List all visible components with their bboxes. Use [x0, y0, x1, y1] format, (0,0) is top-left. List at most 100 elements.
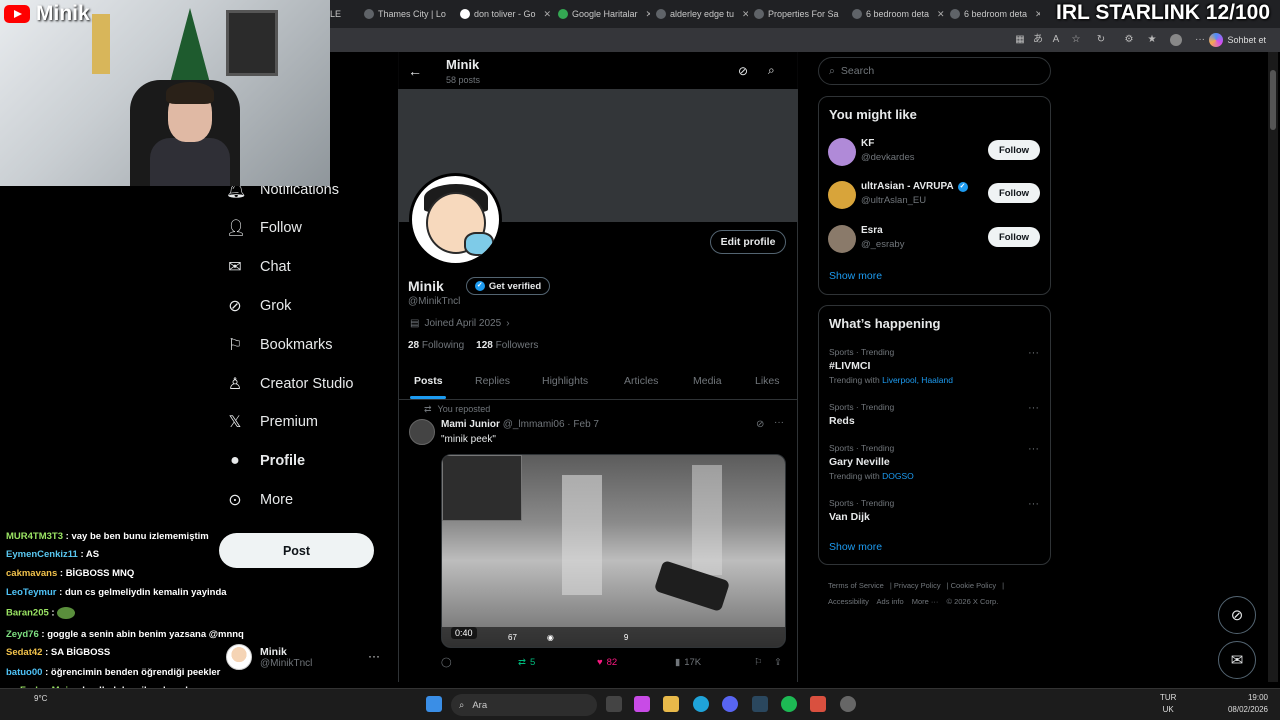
refresh-icon[interactable]: ↻: [1095, 34, 1107, 46]
browser-tab[interactable]: LE: [330, 4, 352, 24]
more-icon[interactable]: ···: [1028, 498, 1039, 510]
show-more-link[interactable]: Show more: [829, 541, 882, 553]
get-verified-button[interactable]: ✓ Get verified: [466, 277, 550, 295]
messages-fab-button[interactable]: ✉: [1218, 641, 1256, 679]
scrollbar-thumb[interactable]: [1270, 70, 1276, 130]
grok-icon[interactable]: ⊘: [738, 64, 748, 78]
tweet-handle[interactable]: @_lmmami06: [503, 419, 565, 430]
discord-icon[interactable]: [722, 696, 738, 712]
nav-more[interactable]: ⊙ More: [226, 488, 293, 512]
followers-link[interactable]: 128 Followers: [476, 340, 538, 351]
scrollbar[interactable]: [1268, 52, 1278, 682]
bookmark-button[interactable]: ⚐: [754, 657, 763, 668]
spotify-icon[interactable]: [781, 696, 797, 712]
more-icon[interactable]: ···: [368, 649, 380, 663]
more-icon[interactable]: ···: [1194, 34, 1206, 46]
system-clock[interactable]: 19:00 08/02/2026: [1228, 692, 1268, 716]
footer-link[interactable]: Accessibility: [828, 597, 869, 606]
show-more-link[interactable]: Show more: [829, 270, 882, 282]
browser-tab[interactable]: 6 bedroom deta ✕: [852, 4, 944, 24]
browser-tab[interactable]: Properties For Sa✕: [754, 4, 846, 24]
profile-avatar[interactable]: [409, 173, 502, 266]
weather-widget[interactable]: 9°C: [34, 694, 47, 703]
star-icon[interactable]: ☆: [1070, 34, 1082, 46]
read-aloud-icon[interactable]: A: [1050, 34, 1062, 46]
nav-follow[interactable]: 👤︎ Follow: [226, 216, 302, 240]
back-arrow-icon[interactable]: ←: [408, 63, 422, 79]
nav-bookmarks[interactable]: ⚐ Bookmarks: [226, 333, 333, 357]
copilot-button[interactable]: Sohbet et: [1209, 33, 1266, 47]
follow-button[interactable]: Follow: [988, 227, 1040, 247]
views-button[interactable]: ▮ 17K: [675, 657, 701, 668]
app-icon[interactable]: [840, 696, 856, 712]
file-explorer-icon[interactable]: [663, 696, 679, 712]
close-icon[interactable]: ✕: [544, 9, 552, 20]
translate-icon[interactable]: あ: [1032, 34, 1044, 46]
more-icon[interactable]: ···: [774, 417, 784, 428]
browser-tab[interactable]: don toliver - Go ✕: [460, 4, 552, 24]
nav-creator-studio[interactable]: ♙ Creator Studio: [226, 372, 354, 396]
browser-tab[interactable]: Google Haritalar ✕: [558, 4, 650, 24]
tab-highlights[interactable]: Highlights: [542, 375, 588, 387]
suggestion-item[interactable]: KF @devkardes Follow: [828, 138, 1040, 168]
footer-link[interactable]: Privacy Policy: [894, 581, 941, 590]
extensions-icon[interactable]: ⚙: [1123, 34, 1135, 46]
task-view-icon[interactable]: [606, 696, 622, 712]
nav-profile[interactable]: ● Profile: [226, 449, 305, 473]
trend-item[interactable]: Sports · Trending Gary Neville Trending …: [829, 443, 1039, 481]
app-icon[interactable]: ▦: [1014, 34, 1026, 46]
obs-app-icon[interactable]: [810, 696, 826, 712]
trend-item[interactable]: Sports · Trending Reds ···: [829, 402, 1039, 427]
close-icon[interactable]: ✕: [1035, 9, 1040, 20]
browser-tab[interactable]: 6 bedroom deta ✕: [950, 4, 1040, 24]
nav-grok[interactable]: ⊘ Grok: [226, 294, 291, 318]
close-icon[interactable]: ✕: [937, 9, 944, 20]
more-icon[interactable]: ···: [1028, 347, 1039, 359]
input-language[interactable]: TUR UK: [1160, 692, 1176, 716]
joined-date[interactable]: ▤ Joined April 2025 ›: [410, 318, 510, 329]
follow-button[interactable]: Follow: [988, 140, 1040, 160]
browser-tab[interactable]: alderley edge tu ✕: [656, 4, 748, 24]
grok-fab-button[interactable]: ⊘: [1218, 596, 1256, 634]
nav-chat[interactable]: ✉ Chat: [226, 255, 290, 279]
search-icon[interactable]: ⌕: [768, 63, 775, 78]
footer-link[interactable]: Cookie Policy: [951, 581, 996, 590]
footer-link[interactable]: More ···: [912, 597, 939, 606]
browser-tab[interactable]: Thames City | Lo✕: [364, 4, 454, 24]
footer-link[interactable]: Ads info: [877, 597, 904, 606]
trend-with-links[interactable]: DOGSO: [882, 471, 914, 481]
tab-posts[interactable]: Posts: [414, 375, 443, 387]
tab-articles[interactable]: Articles: [624, 375, 658, 387]
footer-link[interactable]: Terms of Service: [828, 581, 884, 590]
edit-profile-button[interactable]: Edit profile: [710, 230, 786, 254]
grok-icon[interactable]: ⊘: [756, 419, 764, 430]
tweet-date[interactable]: Feb 7: [573, 419, 599, 430]
post-button[interactable]: Post: [219, 533, 374, 568]
search-input[interactable]: ⌕ Search: [818, 57, 1051, 85]
retweet-button[interactable]: ⇄ 5: [518, 657, 535, 668]
reply-button[interactable]: ◯: [441, 657, 452, 668]
trend-item[interactable]: Sports · Trending Van Dijk ···: [829, 498, 1039, 523]
taskbar-search[interactable]: ⌕ Ara: [451, 694, 597, 716]
favorites-icon[interactable]: ★: [1146, 34, 1158, 46]
more-icon[interactable]: ···: [1028, 402, 1039, 414]
tab-likes[interactable]: Likes: [755, 375, 780, 387]
close-icon[interactable]: ✕: [742, 9, 748, 20]
tab-replies[interactable]: Replies: [475, 375, 510, 387]
trend-with-links[interactable]: Liverpool, Haaland: [882, 375, 953, 385]
tab-media[interactable]: Media: [693, 375, 722, 387]
profile-avatar-icon[interactable]: [1170, 34, 1182, 46]
like-button[interactable]: ♥ 82: [597, 657, 617, 668]
account-switcher[interactable]: Minik @MinikTncl ···: [226, 641, 386, 673]
avatar[interactable]: [409, 419, 435, 445]
share-button[interactable]: ⇪: [774, 657, 782, 668]
trend-item[interactable]: Sports · Trending #LIVMCI Trending with …: [829, 347, 1039, 385]
windows-start-icon[interactable]: [426, 696, 442, 712]
suggestion-item[interactable]: ultrAsian - AVRUPA ✓ @ultrAslan_EU Follow: [828, 181, 1040, 211]
tweet-video[interactable]: 67 ◉ 9: [441, 454, 786, 648]
tweet-author[interactable]: Mami Junior: [441, 419, 500, 430]
edge-icon[interactable]: [693, 696, 709, 712]
following-link[interactable]: 28 Following: [408, 340, 464, 351]
steam-icon[interactable]: [752, 696, 768, 712]
more-icon[interactable]: ···: [1028, 443, 1039, 455]
